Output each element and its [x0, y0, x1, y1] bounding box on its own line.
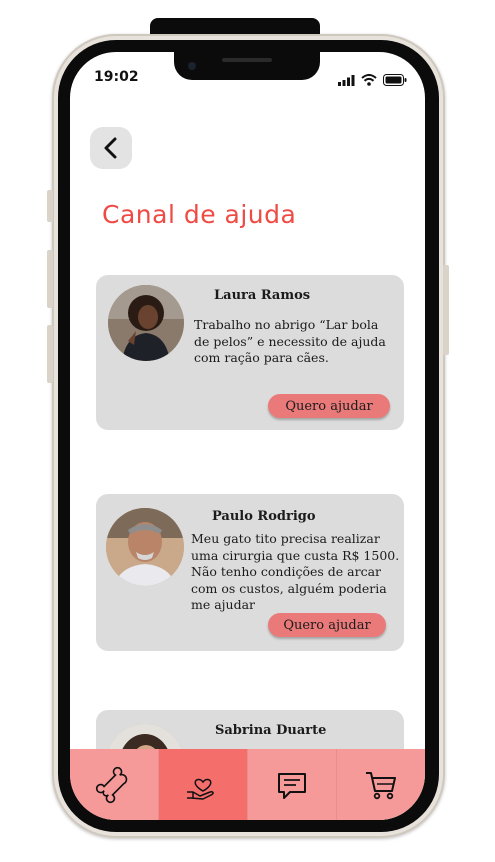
heart-hand-icon — [187, 778, 214, 800]
wifi-icon — [361, 74, 377, 86]
help-request-card: Paulo Rodrigo Meu gato tito precisa real… — [96, 494, 404, 651]
help-button[interactable]: Quero ajudar — [268, 613, 386, 637]
request-text-line: Meu gato tito precisa realizar — [191, 531, 380, 546]
request-text-line: com ração para cães. — [194, 350, 329, 365]
battery-icon — [383, 74, 407, 86]
cart-icon — [366, 771, 396, 799]
speaker — [222, 58, 272, 62]
signal-icon — [338, 75, 355, 86]
avatar — [108, 285, 184, 361]
tab-pets[interactable] — [70, 749, 159, 820]
profile-photo — [106, 508, 184, 586]
status-time: 19:02 — [94, 69, 139, 85]
requester-name: Laura Ramos — [214, 288, 311, 303]
chevron-left-icon — [104, 137, 117, 159]
chat-icon — [278, 772, 306, 799]
request-text-line: Trabalho no abrigo “Lar bola — [194, 317, 379, 332]
side-button — [47, 325, 53, 383]
camera — [188, 62, 196, 70]
request-text: Meu gato tito precisa realizar uma cirur… — [191, 531, 399, 614]
bottom-tab-bar — [70, 749, 425, 820]
tab-messages[interactable] — [248, 749, 337, 820]
help-button[interactable]: Quero ajudar — [268, 394, 390, 418]
avatar — [106, 508, 184, 586]
tab-cart[interactable] — [337, 749, 425, 820]
back-button[interactable] — [90, 127, 132, 169]
screen: 19:02 Canal de ajuda Laura Ramos Trabalh… — [70, 52, 425, 820]
tab-help[interactable] — [159, 749, 248, 820]
side-button — [47, 250, 53, 308]
frame-top — [150, 18, 320, 34]
notch — [174, 52, 320, 80]
request-text-line: me ajudar — [191, 597, 256, 612]
request-text-line: uma cirurgia que custa R$ 1500. — [191, 547, 400, 563]
status-icons — [338, 74, 407, 86]
profile-photo — [108, 285, 184, 361]
request-text-line: de pelos” e necessito de ajuda — [194, 333, 386, 349]
request-text-line: com os custos, alguém poderia — [191, 580, 387, 596]
side-button — [47, 190, 53, 222]
bone-icon — [95, 766, 128, 803]
help-request-card: Laura Ramos Trabalho no abrigo “Lar bola… — [96, 275, 404, 430]
request-text: Trabalho no abrigo “Lar bola de pelos” e… — [194, 317, 386, 367]
page-title: Canal de ajuda — [102, 200, 297, 229]
request-text-line: Não tenho condições de arcar — [191, 564, 382, 579]
requester-name: Paulo Rodrigo — [212, 509, 316, 524]
requester-name: Sabrina Duarte — [215, 723, 327, 738]
side-button — [443, 265, 449, 355]
